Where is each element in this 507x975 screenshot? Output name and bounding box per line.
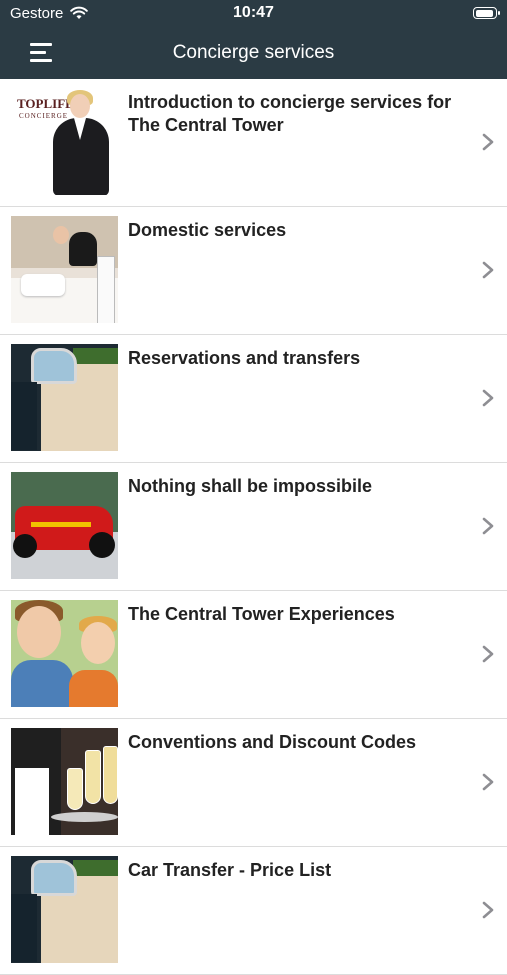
clock: 10:47 [233, 4, 274, 21]
thumbnail-logo-text: TOPLIFE [17, 96, 74, 111]
thumbnail-image [11, 600, 118, 707]
list-item-title: Domestic services [128, 220, 287, 240]
chevron-right-icon [482, 261, 494, 279]
list-item[interactable]: The Central Tower Experiences [0, 591, 507, 719]
thumbnail-image [11, 344, 118, 451]
chevron-right-icon [482, 389, 494, 407]
list-item[interactable]: Domestic services [0, 207, 507, 335]
thumbnail-image [11, 728, 118, 835]
battery-icon [473, 7, 500, 19]
battery-level [475, 9, 493, 17]
list-item-title: Introduction to concierge services for T… [128, 92, 452, 135]
thumbnail-image [11, 472, 118, 579]
services-list: TOPLIFE CONCIERGE Introduction to concie… [0, 79, 507, 975]
list-item-title: Nothing shall be impossibile [128, 476, 373, 496]
list-item-title: Car Transfer - Price List [128, 860, 332, 880]
navigation-bar: Concierge services [0, 28, 507, 79]
thumbnail-logo-subtext: CONCIERGE [19, 112, 69, 120]
thumbnail-image [11, 216, 118, 323]
list-item[interactable]: TOPLIFE CONCIERGE Introduction to concie… [0, 79, 507, 207]
chevron-right-icon [482, 645, 494, 663]
page-title: Concierge services [172, 42, 335, 63]
chevron-right-icon [482, 901, 494, 919]
chevron-right-icon [482, 517, 494, 535]
list-item[interactable]: Nothing shall be impossibile [0, 463, 507, 591]
list-item[interactable]: Reservations and transfers [0, 335, 507, 463]
list-item-title: Reservations and transfers [128, 348, 361, 368]
list-item[interactable]: Car Transfer - Price List [0, 847, 507, 975]
status-bar: Gestore 10:47 [0, 0, 507, 28]
list-item[interactable]: Conventions and Discount Codes [0, 719, 507, 847]
thumbnail-image: TOPLIFE CONCIERGE [11, 88, 118, 195]
list-item-title: The Central Tower Experiences [128, 604, 395, 624]
chevron-right-icon [482, 133, 494, 151]
list-item-title: Conventions and Discount Codes [128, 732, 417, 752]
chevron-right-icon [482, 773, 494, 791]
thumbnail-image [11, 856, 118, 963]
